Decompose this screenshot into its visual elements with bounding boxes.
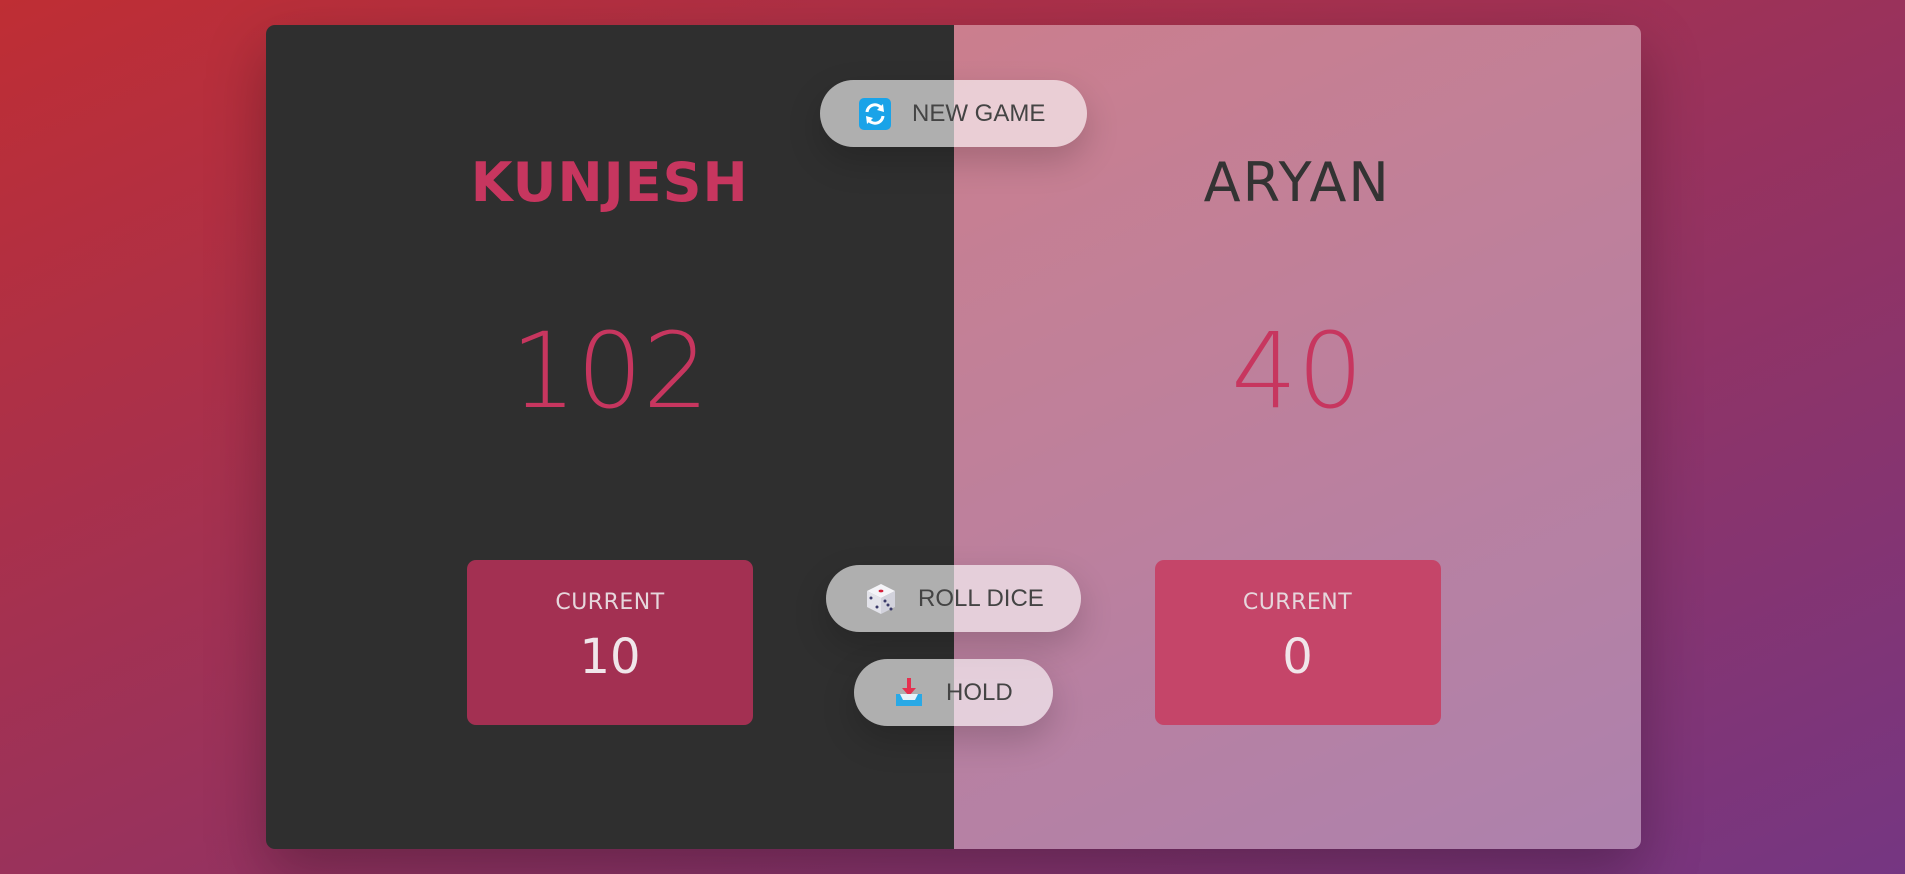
player-total-score: 40 — [1231, 309, 1364, 432]
current-label: CURRENT — [555, 590, 665, 615]
player-name: ARYAN — [1203, 151, 1391, 214]
inbox-tray-icon — [892, 676, 926, 710]
dice-icon — [864, 582, 898, 616]
player-panel-0: KUNJESH 102 CURRENT 10 — [266, 25, 954, 849]
current-score: 0 — [1282, 629, 1313, 685]
roll-dice-button[interactable]: ROLL DICE — [826, 565, 1081, 632]
player-total-score: 102 — [510, 309, 709, 432]
new-game-label: NEW GAME — [912, 99, 1046, 127]
new-game-button[interactable]: NEW GAME — [820, 80, 1087, 147]
current-score: 10 — [579, 629, 641, 685]
hold-label: HOLD — [946, 678, 1013, 706]
refresh-icon — [858, 97, 892, 131]
roll-dice-label: ROLL DICE — [918, 584, 1044, 612]
player-panel-1: ARYAN 40 CURRENT 0 — [953, 25, 1641, 849]
current-score-box: CURRENT 10 — [467, 560, 753, 725]
hold-button[interactable]: HOLD — [854, 659, 1053, 726]
player-name: KUNJESH — [470, 151, 749, 214]
current-label: CURRENT — [1242, 590, 1353, 615]
current-score-box: CURRENT 0 — [1154, 560, 1441, 725]
